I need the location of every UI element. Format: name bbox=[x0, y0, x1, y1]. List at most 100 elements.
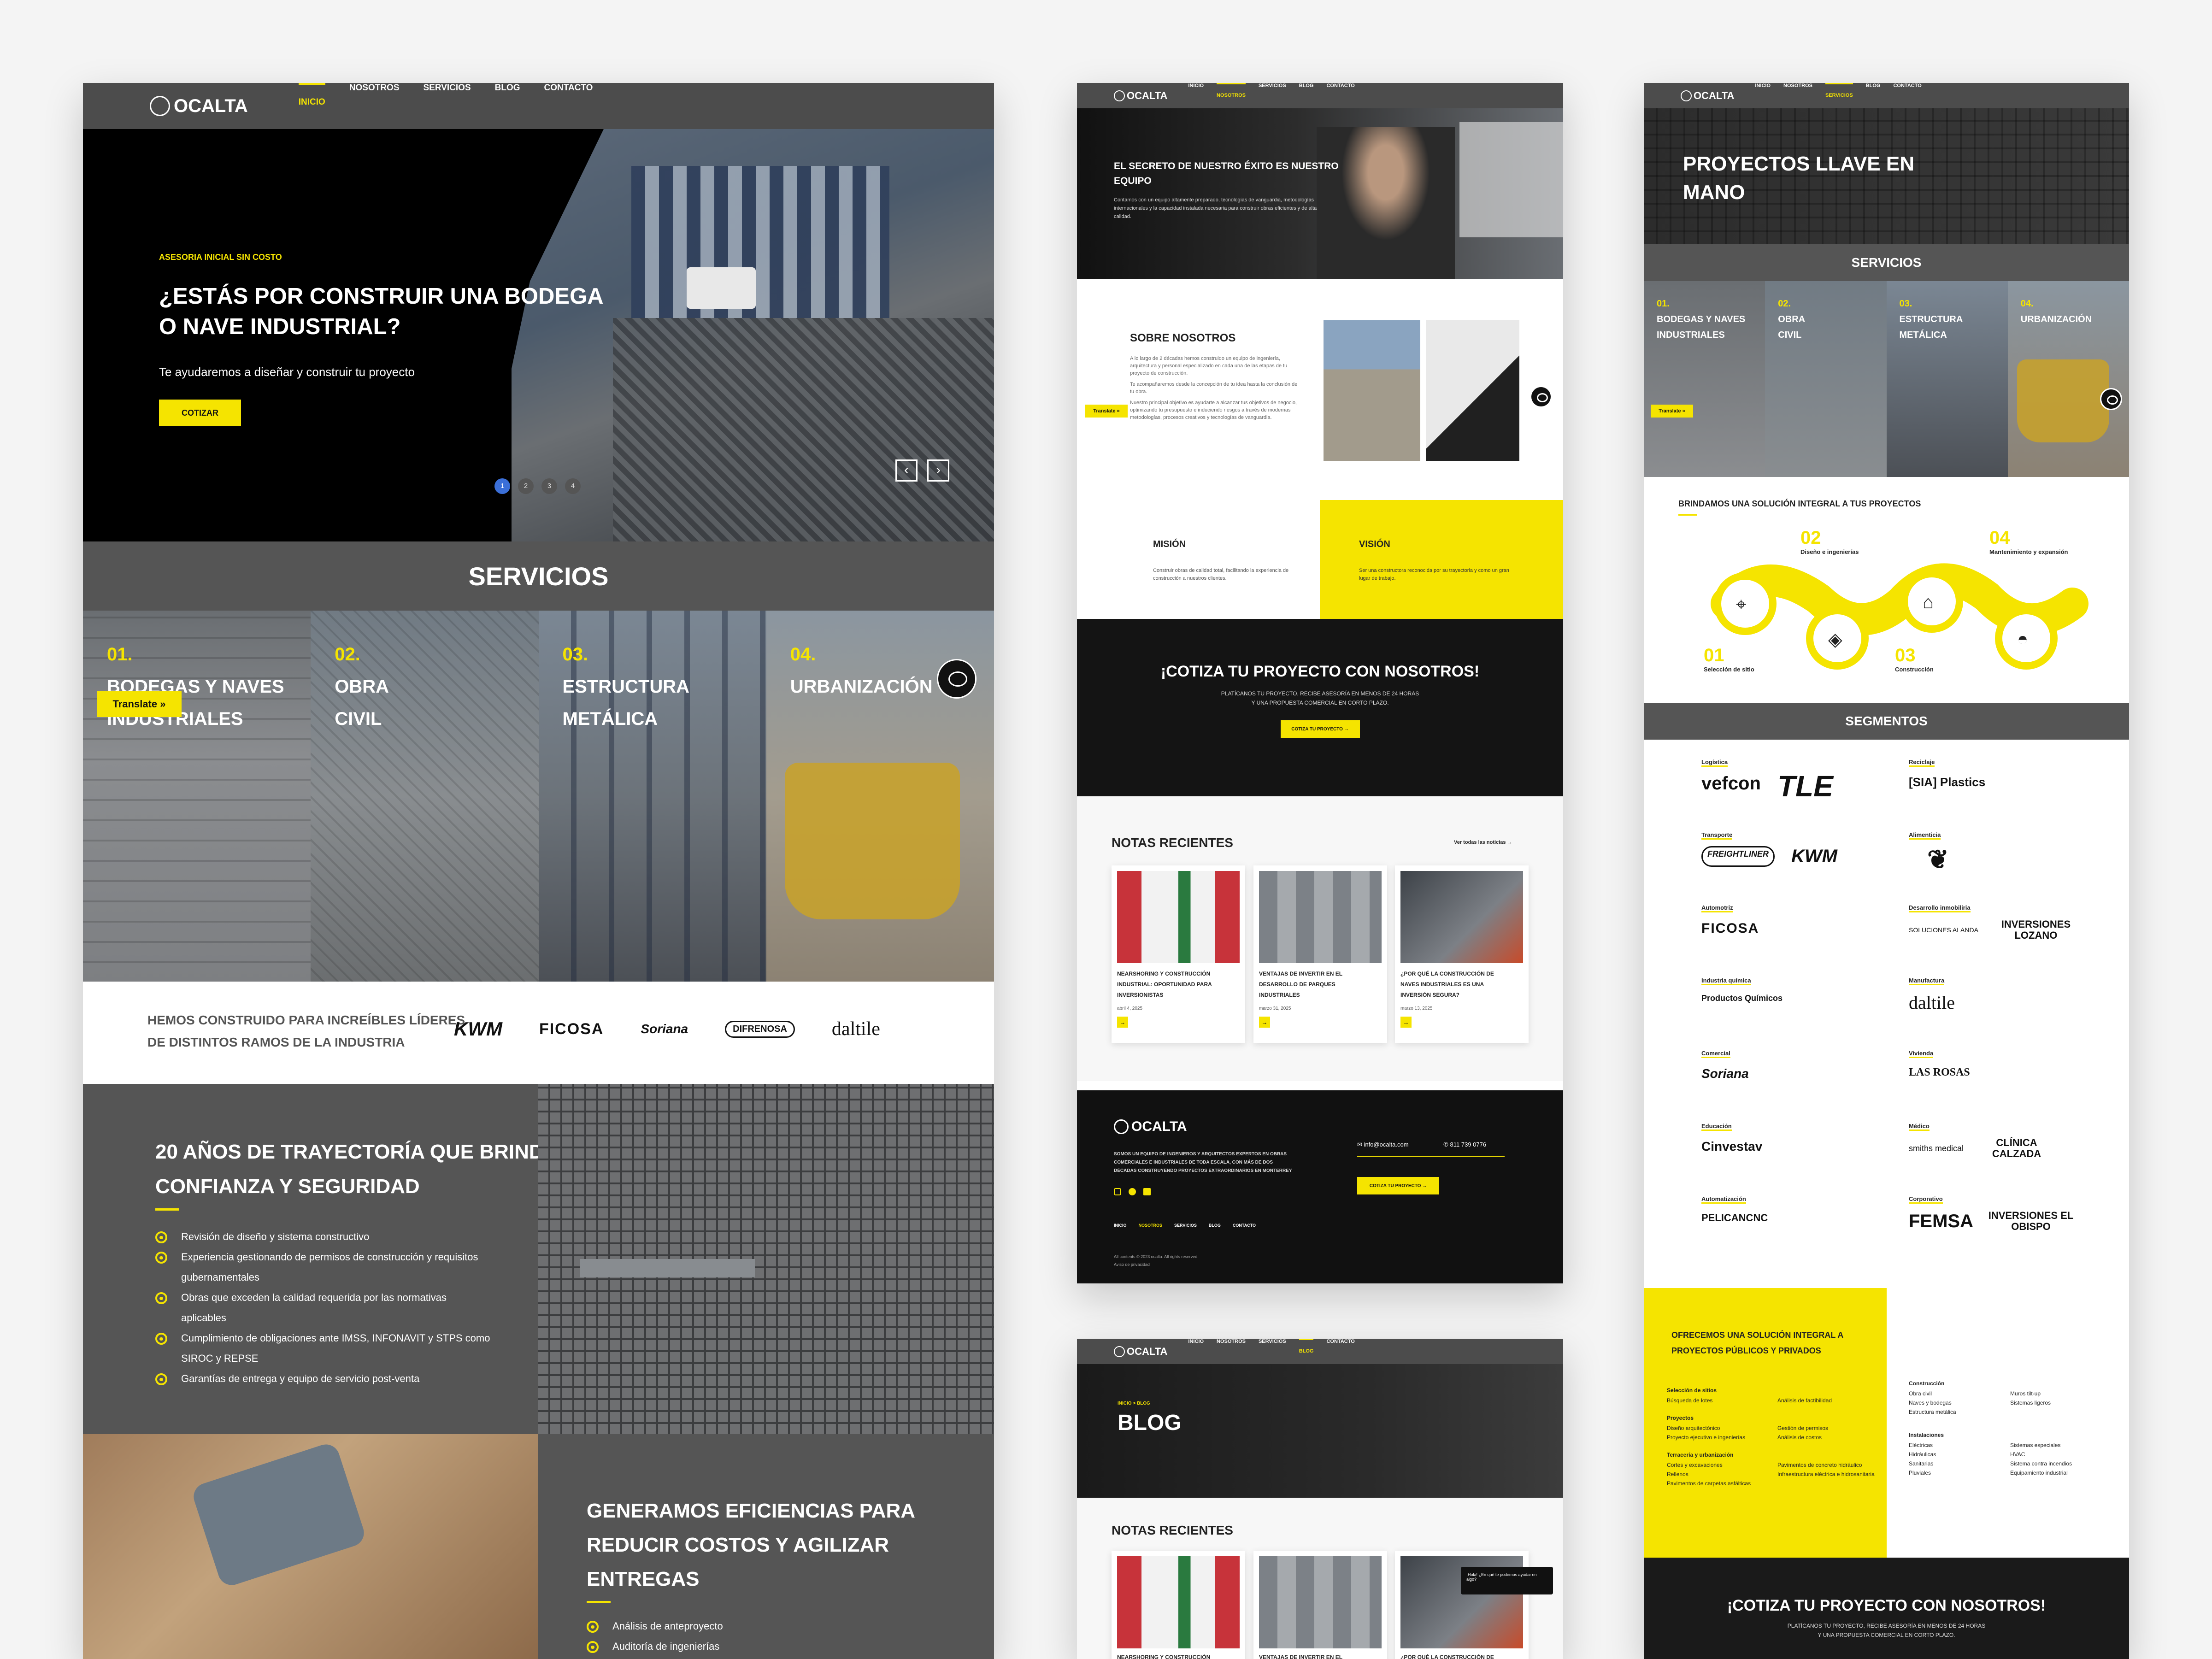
nota-card[interactable]: VENTAJAS DE INVERTIR EN EL DESARROLLO DE… bbox=[1253, 865, 1387, 1043]
mision-text: Construir obras de calidad total, facili… bbox=[1153, 568, 1289, 581]
nav-contacto[interactable]: CONTACTO bbox=[1893, 83, 1921, 108]
feature-item-cont: SIROC y REPSE bbox=[181, 1353, 259, 1364]
nav-blog[interactable]: BLOG bbox=[1299, 1339, 1314, 1364]
nav-nosotros[interactable]: NOSOTROS bbox=[1217, 1339, 1246, 1364]
ocalta-logo[interactable]: OCALTA bbox=[150, 96, 248, 117]
footer-nav-blog[interactable]: BLOG bbox=[1209, 1223, 1221, 1228]
blog-nota-card[interactable]: NEARSHORING Y CONSTRUCCIÓN bbox=[1112, 1551, 1245, 1659]
nav-inicio[interactable]: INICIO bbox=[1755, 83, 1771, 108]
linkedin-icon[interactable] bbox=[1143, 1188, 1151, 1195]
nav-servicios[interactable]: SERVICIOS bbox=[424, 83, 471, 129]
nav-contacto[interactable]: CONTACTO bbox=[1326, 1339, 1354, 1364]
translate-button[interactable]: Translate » bbox=[1085, 405, 1128, 418]
vefcon-logo: vefcon bbox=[1701, 773, 1761, 794]
footer-email[interactable]: ✉ info@ocalta.com bbox=[1357, 1141, 1409, 1148]
nota-arrow-button[interactable]: → bbox=[1400, 1017, 1412, 1028]
instagram-icon[interactable] bbox=[1114, 1188, 1121, 1195]
service-number: 04. bbox=[790, 644, 816, 665]
services-heading: SERVICIOS bbox=[83, 541, 994, 611]
nav-nosotros[interactable]: NOSOTROS bbox=[349, 83, 400, 129]
service-card-obra-civil[interactable]: 02. OBRA CIVIL bbox=[1765, 281, 1887, 477]
nota-card[interactable]: ¿POR QUÉ LA CONSTRUCCIÓN DE NAVES INDUST… bbox=[1395, 865, 1529, 1043]
translate-button[interactable]: Translate » bbox=[97, 691, 182, 717]
ocalta-logo-icon bbox=[150, 96, 170, 116]
nav-inicio[interactable]: INICIO bbox=[1188, 83, 1204, 108]
nav-contacto[interactable]: CONTACTO bbox=[1326, 83, 1354, 108]
chat-bubble-icon[interactable] bbox=[936, 659, 977, 699]
nav-nosotros[interactable]: NOSOTROS bbox=[1217, 83, 1246, 108]
nav-blog[interactable]: BLOG bbox=[495, 83, 520, 129]
servicios-heading: SERVICIOS bbox=[1644, 244, 2129, 281]
servicios-hero: PROYECTOS LLAVE EN MANO bbox=[1644, 108, 2129, 244]
footer-nav-inicio[interactable]: INICIO bbox=[1114, 1223, 1127, 1228]
service-number: 04. bbox=[2020, 299, 2034, 309]
footer-phone[interactable]: ✆ 811 739 0776 bbox=[1443, 1141, 1486, 1148]
segment-manufactura: Manufactura daltile bbox=[1909, 977, 1955, 1013]
segment-reciclaje: Reciclaje [SIA] Plastics bbox=[1909, 759, 1986, 789]
cta-sub-line-1: PLATÍCANOS TU PROYECTO, RECIBE ASESORÍA … bbox=[1221, 690, 1419, 697]
servicios-cta-title: ¡COTIZA TU PROYECTO CON NOSOTROS! bbox=[1727, 1597, 2046, 1614]
ocalta-logo[interactable]: OCALTA bbox=[1681, 90, 1734, 102]
ver-todas-link[interactable]: Ver todas las noticias → bbox=[1454, 840, 1512, 845]
servicios-cards-section: SERVICIOS 01. BODEGAS Y NAVES INDUSTRIAL… bbox=[1644, 244, 2129, 477]
chat-popup[interactable]: ¡Hola! ¿En qué te podemos ayudar en algo… bbox=[1461, 1567, 1553, 1594]
nota-title: VENTAJAS DE INVERTIR EN EL bbox=[1259, 1654, 1343, 1659]
service-card-bodegas[interactable]: 01. BODEGAS Y NAVES INDUSTRIALES Transla… bbox=[1644, 281, 1765, 477]
nosotros-cta: ¡COTIZA TU PROYECTO CON NOSOTROS! PLATÍC… bbox=[1077, 619, 1563, 796]
service-card-urbanizacion[interactable]: 04. URBANIZACIÓN bbox=[2007, 281, 2129, 477]
cotiza-proyecto-button[interactable]: COTIZA TU PROYECTO → bbox=[1280, 720, 1360, 738]
nota-arrow-button[interactable]: → bbox=[1259, 1017, 1270, 1028]
hero-dot[interactable]: 4 bbox=[565, 478, 581, 494]
hero-next-arrow[interactable]: › bbox=[927, 459, 949, 482]
nav-contacto[interactable]: CONTACTO bbox=[544, 83, 593, 129]
nav-inicio[interactable]: INICIO bbox=[1188, 1339, 1204, 1364]
service-card-bodegas[interactable]: 01. BODEGAS Y NAVES INDUSTRIALES Transla… bbox=[83, 611, 311, 982]
nav-servicios[interactable]: SERVICIOS bbox=[1259, 83, 1286, 108]
nota-arrow-button[interactable]: → bbox=[1117, 1017, 1128, 1028]
translate-button[interactable]: Translate » bbox=[1651, 405, 1693, 418]
facebook-icon[interactable] bbox=[1129, 1188, 1136, 1195]
service-card-obra-civil[interactable]: 02. OBRA CIVIL bbox=[311, 611, 539, 982]
soriana-logo: Soriana bbox=[641, 1022, 688, 1036]
nav-blog[interactable]: BLOG bbox=[1299, 83, 1314, 108]
nosotros-page-panel: OCALTA INICIO NOSOTROS SERVICIOS BLOG CO… bbox=[1077, 83, 1563, 1283]
hero-dot[interactable]: 1 bbox=[494, 478, 510, 494]
nota-title-3: INVERSIÓN SEGURA? bbox=[1400, 992, 1460, 998]
step-number: 01 bbox=[1704, 645, 1724, 665]
vision-title: VISIÓN bbox=[1359, 539, 1390, 549]
blog-breadcrumb[interactable]: INICIO > BLOG bbox=[1118, 1401, 1150, 1406]
service-card-estructura[interactable]: 03. ESTRUCTURA METÁLICA bbox=[538, 611, 766, 982]
chat-bubble-icon[interactable] bbox=[2100, 388, 2122, 410]
kwm-logo: KWM bbox=[1791, 846, 1837, 866]
nav-inicio[interactable]: INICIO bbox=[298, 83, 325, 129]
feature-item-cont: gubernamentales bbox=[181, 1271, 260, 1283]
footer-logo[interactable]: OCALTA bbox=[1114, 1119, 1187, 1135]
nav-nosotros[interactable]: NOSOTROS bbox=[1783, 83, 1812, 108]
cotizar-button[interactable]: COTIZAR bbox=[159, 400, 241, 426]
footer-privacy[interactable]: Aviso de privacidad bbox=[1114, 1262, 1150, 1267]
ocalta-logo[interactable]: OCALTA bbox=[1114, 90, 1167, 102]
blog-nota-card[interactable]: VENTAJAS DE INVERTIR EN EL bbox=[1253, 1551, 1387, 1659]
footer-nav-contacto[interactable]: CONTACTO bbox=[1233, 1223, 1256, 1228]
ocalta-logo[interactable]: OCALTA bbox=[1114, 1346, 1167, 1358]
footer-cotiza-button[interactable]: COTIZA TU PROYECTO → bbox=[1357, 1177, 1439, 1194]
blog-page-panel: OCALTA INICIO NOSOTROS SERVICIOS BLOG CO… bbox=[1077, 1339, 1563, 1659]
sobre-text: A lo largo de 2 décadas hemos construido… bbox=[1130, 355, 1303, 421]
logo-text: OCALTA bbox=[1694, 89, 1735, 101]
service-number: 01. bbox=[1657, 299, 1670, 309]
nav-servicios[interactable]: SERVICIOS bbox=[1825, 83, 1853, 108]
service-number: 02. bbox=[1778, 299, 1791, 309]
service-card-estructura[interactable]: 03. ESTRUCTURA METÁLICA bbox=[1886, 281, 2008, 477]
hero-prev-arrow[interactable]: ‹ bbox=[895, 459, 918, 482]
step-04: 04 Mantenimiento y expansión bbox=[1989, 528, 2068, 555]
daltile-logo: daltile bbox=[1909, 992, 1955, 1013]
chat-bubble-icon[interactable] bbox=[1530, 386, 1552, 408]
footer-nav-servicios[interactable]: SERVICIOS bbox=[1174, 1223, 1197, 1228]
nota-card[interactable]: NEARSHORING Y CONSTRUCCIÓN INDUSTRIAL: O… bbox=[1112, 865, 1245, 1043]
footer-nav-nosotros[interactable]: NOSOTROS bbox=[1139, 1223, 1163, 1228]
service-card-urbanizacion[interactable]: 04. URBANIZACIÓN bbox=[766, 611, 994, 982]
hero-dot[interactable]: 2 bbox=[518, 478, 534, 494]
hero-dot[interactable]: 3 bbox=[541, 478, 557, 494]
nav-blog[interactable]: BLOG bbox=[1866, 83, 1881, 108]
nav-servicios[interactable]: SERVICIOS bbox=[1259, 1339, 1286, 1364]
